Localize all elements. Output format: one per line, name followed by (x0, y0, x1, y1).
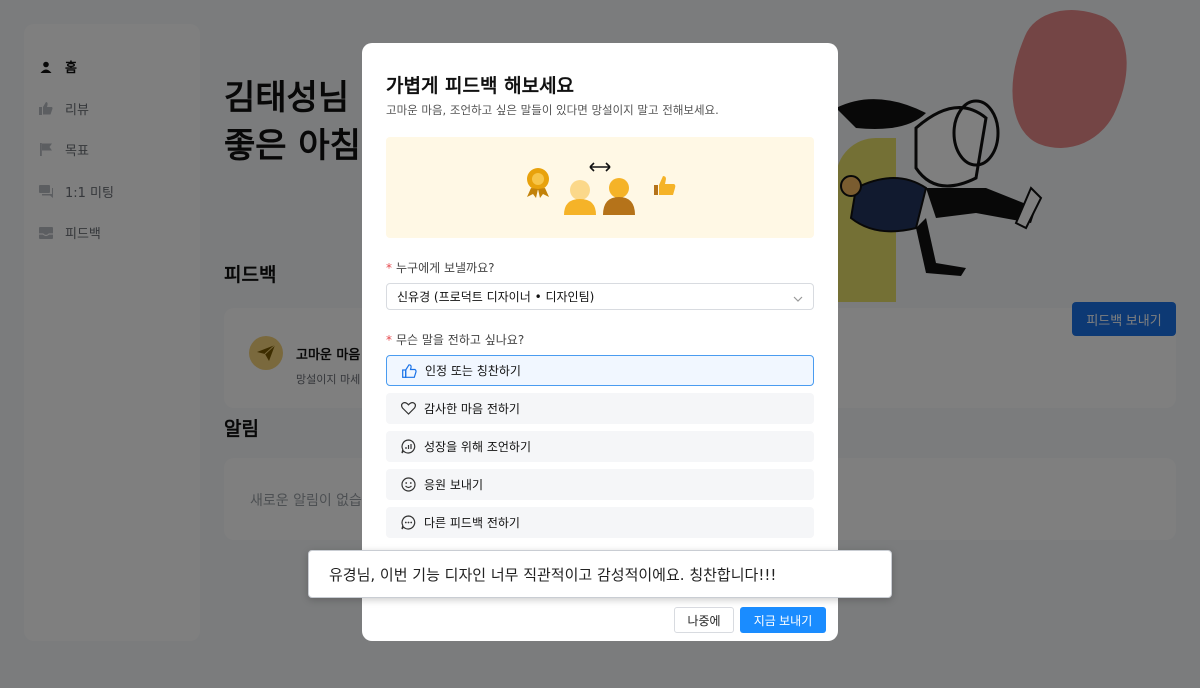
option-label: 다른 피드백 전하기 (424, 516, 520, 530)
later-button[interactable]: 나중에 (674, 607, 734, 633)
arrows-icon (589, 162, 611, 172)
option-advice[interactable]: 성장을 위해 조언하기 (386, 431, 814, 462)
option-thanks[interactable]: 감사한 마음 전하기 (386, 393, 814, 424)
option-label: 응원 보내기 (424, 478, 484, 492)
message-type-label: * 무슨 말을 전하고 싶나요? (386, 333, 525, 347)
smile-icon (400, 477, 416, 493)
thumbs-up-icon (654, 176, 676, 195)
person-right-icon (603, 178, 635, 215)
option-label: 성장을 위해 조언하기 (424, 440, 531, 454)
required-mark: * (386, 333, 392, 347)
recipient-select[interactable]: 신유경 (프로덕트 디자이너 • 디자인팀) (386, 283, 814, 310)
medal-icon (527, 168, 549, 198)
recipient-label: * 누구에게 보낼까요? (386, 261, 495, 275)
option-label: 인정 또는 칭찬하기 (425, 364, 521, 378)
feedback-illustration-banner (386, 137, 814, 238)
chat-chart-icon (400, 439, 416, 455)
recipient-select-value: 신유경 (프로덕트 디자이너 • 디자인팀) (397, 290, 595, 304)
send-now-button[interactable]: 지금 보내기 (740, 607, 826, 633)
feedback-illustration (527, 162, 676, 215)
chat-dots-icon (400, 515, 416, 531)
option-cheer[interactable]: 응원 보내기 (386, 469, 814, 500)
message-input[interactable]: 유경님, 이번 기능 디자인 너무 직관적이고 감성적이에요. 칭찬합니다!!! (308, 550, 892, 598)
heart-icon (400, 401, 416, 417)
modal-title: 가볍게 피드백 해보세요 (386, 75, 575, 97)
required-mark: * (386, 261, 392, 275)
chevron-down-icon (793, 292, 803, 306)
option-other[interactable]: 다른 피드백 전하기 (386, 507, 814, 538)
person-left-icon (564, 180, 596, 215)
option-praise[interactable]: 인정 또는 칭찬하기 (386, 355, 814, 386)
modal-subtitle: 고마운 마음, 조언하고 싶은 말들이 있다면 망설이지 말고 전해보세요. (386, 103, 719, 117)
option-label: 감사한 마음 전하기 (424, 402, 520, 416)
message-input-value: 유경님, 이번 기능 디자인 너무 직관적이고 감성적이에요. 칭찬합니다!!! (329, 565, 777, 584)
thumbs-up-icon (401, 363, 417, 379)
